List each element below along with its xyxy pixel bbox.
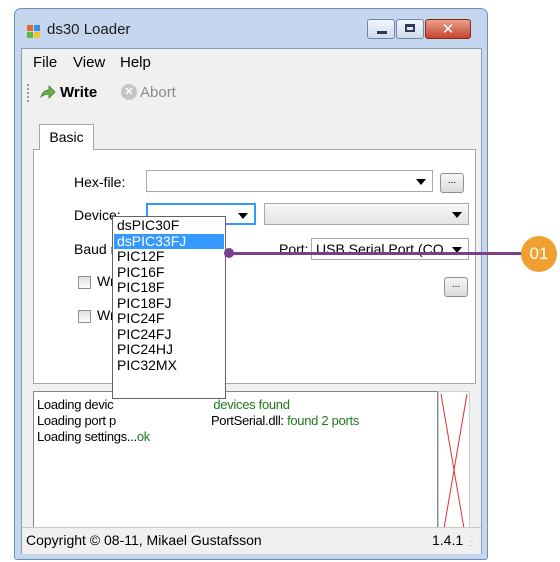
menu-bar: File View Help bbox=[22, 49, 481, 75]
device-combo[interactable] bbox=[264, 203, 469, 225]
hexfile-combo[interactable] bbox=[146, 170, 433, 192]
write-eeprom-checkbox[interactable] bbox=[78, 310, 91, 323]
write-button[interactable]: Write bbox=[60, 84, 97, 101]
basic-tab-panel: Hex-file: ... Device: Baud rate: Port: U… bbox=[33, 149, 476, 384]
log-ok-text: ok bbox=[136, 429, 150, 444]
version-text: 1.4.1 bbox=[432, 532, 464, 548]
chevron-down-icon bbox=[452, 212, 462, 218]
port-combo[interactable]: USB Serial Port (CO bbox=[311, 238, 469, 260]
log-text: Loading port p bbox=[37, 413, 116, 428]
close-button[interactable]: ✕ bbox=[425, 19, 471, 39]
dropdown-option-pic16f[interactable]: PIC16F bbox=[114, 264, 224, 281]
window-title: ds30 Loader bbox=[47, 21, 131, 38]
chevron-down-icon bbox=[416, 179, 426, 185]
dropdown-option-pic24hj[interactable]: PIC24HJ bbox=[114, 342, 224, 358]
dropdown-option-dspic33fj[interactable]: dsPIC33FJ bbox=[114, 233, 224, 249]
log-ok-text: found 2 ports bbox=[287, 413, 360, 428]
menu-view[interactable]: View bbox=[73, 54, 105, 71]
log-ok-text: devices found bbox=[213, 397, 290, 412]
log-line: Loading devic devices found bbox=[37, 397, 290, 412]
port-browse-button[interactable]: ... bbox=[444, 277, 468, 297]
status-bar: Copyright © 08-11, Mikael Gustafsson 1.4… bbox=[22, 527, 481, 554]
tab-basic[interactable]: Basic bbox=[39, 124, 94, 150]
hexfile-browse-button[interactable]: ... bbox=[440, 173, 464, 193]
log-text: Loading devic bbox=[37, 397, 114, 412]
minimize-button[interactable] bbox=[367, 19, 395, 39]
menu-help[interactable]: Help bbox=[120, 54, 151, 71]
placeholder-image-box bbox=[438, 391, 470, 549]
abort-icon: ✕ bbox=[121, 84, 137, 100]
log-line: Loading settings...ok bbox=[37, 429, 150, 444]
client-area: File View Help Write ✕ Abort Basic Hex-f… bbox=[21, 48, 482, 554]
write-program-checkbox[interactable] bbox=[78, 276, 91, 289]
dropdown-option-pic32mx[interactable]: PIC32MX bbox=[114, 357, 224, 374]
resize-grip-icon[interactable]: .: bbox=[468, 538, 473, 548]
chevron-down-icon bbox=[238, 213, 248, 219]
log-text: PortSerial.dll: bbox=[210, 413, 288, 428]
app-window: ds30 Loader ✕ File View Help Write ✕ Abo… bbox=[14, 8, 488, 560]
menu-file[interactable]: File bbox=[33, 54, 57, 71]
log-line: Loading port p PortSerial.dll: found 2 po… bbox=[37, 413, 359, 428]
minimize-icon bbox=[377, 31, 387, 34]
dropdown-option-pic18fj[interactable]: PIC18FJ bbox=[114, 295, 224, 312]
dropdown-option-pic18f[interactable]: PIC18F bbox=[114, 280, 224, 296]
hexfile-label: Hex-file: bbox=[74, 174, 126, 190]
callout-dot bbox=[224, 248, 234, 258]
dropdown-option-dspic30f[interactable]: dsPIC30F bbox=[114, 218, 224, 234]
callout-line bbox=[229, 252, 529, 255]
maximize-button[interactable] bbox=[396, 19, 424, 39]
title-bar[interactable]: ds30 Loader ✕ bbox=[15, 9, 487, 49]
dropdown-option-pic24f[interactable]: PIC24F bbox=[114, 311, 224, 327]
close-icon: ✕ bbox=[441, 20, 455, 38]
dropdown-option-pic12f[interactable]: PIC12F bbox=[114, 249, 224, 265]
device-family-dropdown: dsPIC30F dsPIC33FJ PIC12F PIC16F PIC18F … bbox=[112, 216, 226, 399]
maximize-icon bbox=[405, 24, 415, 32]
app-icon bbox=[27, 25, 41, 39]
log-text: Loading settings... bbox=[37, 429, 137, 444]
dropdown-option-pic24fj[interactable]: PIC24FJ bbox=[114, 326, 224, 343]
toolbar: Write ✕ Abort bbox=[22, 77, 481, 107]
copyright-text: Copyright © 08-11, Mikael Gustafsson bbox=[26, 532, 262, 548]
arrow-right-icon bbox=[40, 85, 56, 99]
abort-button[interactable]: Abort bbox=[140, 84, 176, 101]
callout-badge: 01 bbox=[521, 236, 557, 272]
missing-image-icon bbox=[440, 393, 468, 547]
log-textbox[interactable]: Loading devic devices found Loading port … bbox=[33, 391, 438, 549]
toolbar-grip[interactable] bbox=[27, 84, 31, 102]
